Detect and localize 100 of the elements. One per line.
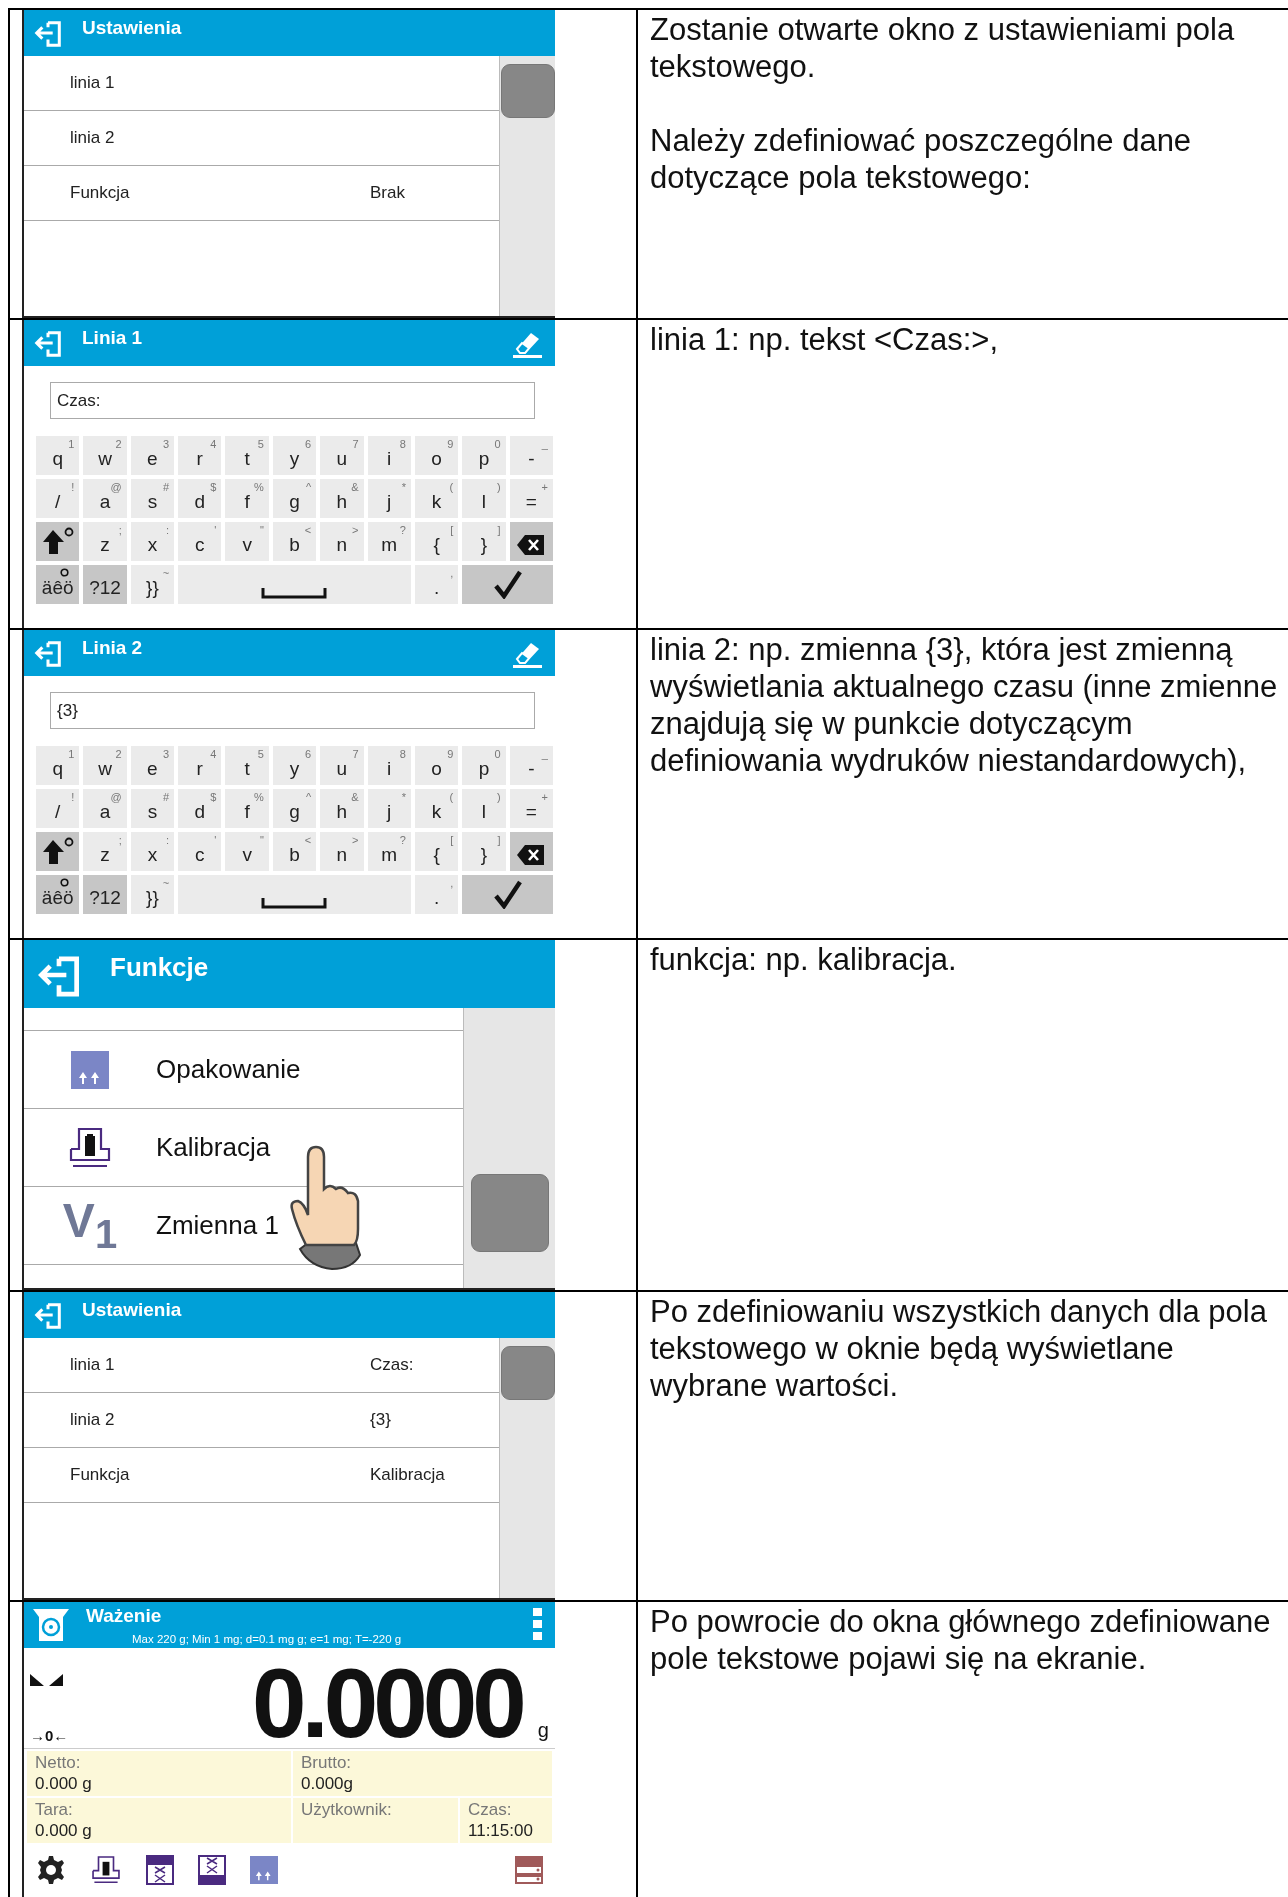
scroll-thumb[interactable] [470, 1174, 549, 1252]
keyboard-key[interactable]: z ; [83, 522, 127, 561]
keyboard-key[interactable]: p 0 [462, 746, 506, 785]
keyboard-key[interactable]: m ? [367, 522, 411, 561]
keyboard-key[interactable]: x : [130, 522, 175, 561]
box-arrows-icon[interactable] [250, 1855, 278, 1885]
keyboard-key[interactable]: b < [272, 832, 317, 871]
settings-icon[interactable] [36, 1855, 66, 1885]
keyboard-key[interactable]: = + [509, 789, 553, 828]
keyboard-key[interactable]: ?12 [83, 565, 127, 604]
keyboard-key[interactable]: { [ [414, 522, 459, 561]
backspace-key[interactable] [509, 522, 553, 561]
keyboard-key[interactable]: y 6 [272, 436, 317, 475]
table-icon[interactable] [198, 1855, 226, 1885]
keyboard-key[interactable]: s # [130, 789, 175, 828]
keyboard-key[interactable]: l ) [462, 479, 506, 518]
keyboard-key[interactable]: j * [367, 789, 411, 828]
keyboard-key[interactable]: ?12 [83, 875, 127, 914]
function-label[interactable]: Opakowanie [156, 1054, 301, 1085]
keyboard-key[interactable]: a @ [83, 789, 127, 828]
keyboard-key[interactable]: f % [225, 479, 269, 518]
keyboard-key[interactable]: äêö [36, 565, 80, 604]
keyboard-key[interactable]: äêö [36, 875, 80, 914]
keyboard-key[interactable]: g ^ [272, 479, 317, 518]
keyboard-key[interactable]: { [ [414, 832, 459, 871]
keyboard-key[interactable]: w 2 [83, 746, 127, 785]
keyboard-key[interactable]: v " [225, 522, 269, 561]
keyboard-key[interactable]: }} ~ [130, 565, 175, 604]
keyboard-key[interactable]: m ? [367, 832, 411, 871]
function-label[interactable]: Kalibracja [156, 1132, 271, 1163]
keyboard-key[interactable]: t 5 [225, 436, 269, 475]
setting-label[interactable]: linia 2 [24, 1410, 370, 1430]
keyboard-key[interactable]: i 8 [367, 436, 411, 475]
keyboard-key[interactable]: / ! [36, 479, 80, 518]
keyboard-key[interactable]: i 8 [367, 746, 411, 785]
space-key[interactable] [178, 875, 411, 914]
keyboard-key[interactable]: o 9 [414, 746, 459, 785]
backspace-key[interactable] [509, 832, 553, 871]
keyboard-key[interactable]: e 3 [130, 746, 175, 785]
keyboard-key[interactable]: w 2 [83, 436, 127, 475]
keyboard-key[interactable]: q 1 [36, 436, 80, 475]
info-value: 0.000 g [35, 1820, 93, 1841]
keyboard-key[interactable]: . , [414, 875, 459, 914]
keyboard-key[interactable]: p 0 [462, 436, 506, 475]
confirm-key[interactable] [462, 875, 553, 914]
keyboard-key[interactable]: y 6 [272, 746, 317, 785]
keyboard-key[interactable]: r 4 [178, 436, 222, 475]
space-key[interactable] [178, 565, 411, 604]
keyboard-key[interactable]: v " [225, 832, 269, 871]
function-label[interactable]: Zmienna 1 [156, 1210, 279, 1241]
keyboard-key[interactable]: d $ [178, 789, 222, 828]
keyboard-key[interactable]: o 9 [414, 436, 459, 475]
scale-weight-icon[interactable] [90, 1855, 122, 1885]
scroll-thumb[interactable] [500, 1346, 555, 1400]
database-icon[interactable] [513, 1855, 545, 1885]
keyboard-key[interactable]: / ! [36, 789, 80, 828]
keyboard-key[interactable]: u 7 [320, 436, 364, 475]
keyboard-key[interactable]: b < [272, 522, 317, 561]
keyboard-key[interactable]: n > [320, 832, 364, 871]
scroll-thumb[interactable] [500, 64, 555, 118]
keyboard-key[interactable]: u 7 [320, 746, 364, 785]
keyboard-key[interactable]: s # [130, 479, 175, 518]
keyboard-key[interactable]: t 5 [225, 746, 269, 785]
keyboard-key[interactable]: k ( [414, 479, 459, 518]
keyboard-key[interactable]: - _ [509, 746, 553, 785]
confirm-key[interactable] [462, 565, 553, 604]
setting-label[interactable]: Funkcja [24, 1465, 370, 1485]
keyboard-key[interactable]: c ' [178, 832, 222, 871]
shift-key[interactable] [36, 832, 80, 871]
keyboard-key[interactable]: } ] [462, 522, 506, 561]
keyboard-key[interactable]: h & [320, 479, 364, 518]
menu-button[interactable] [533, 1608, 543, 1640]
table-icon[interactable] [146, 1855, 174, 1885]
keyboard-key[interactable]: r 4 [178, 746, 222, 785]
keyboard-key[interactable]: }} ~ [130, 875, 175, 914]
keyboard-key[interactable]: . , [414, 565, 459, 604]
keyboard-key[interactable]: - _ [509, 436, 553, 475]
keyboard-key[interactable]: n > [320, 522, 364, 561]
setting-label[interactable]: linia 1 [24, 73, 370, 93]
text-input-field[interactable]: {3} [50, 692, 535, 729]
setting-label[interactable]: Funkcja [24, 183, 370, 203]
keyboard-key[interactable]: f % [225, 789, 269, 828]
shift-key[interactable] [36, 522, 80, 561]
keyboard-key[interactable]: q 1 [36, 746, 80, 785]
keyboard-key[interactable]: e 3 [130, 436, 175, 475]
keyboard-key[interactable]: h & [320, 789, 364, 828]
keyboard-key[interactable]: x : [130, 832, 175, 871]
setting-label[interactable]: linia 1 [24, 1355, 370, 1375]
text-input-field[interactable]: Czas: [50, 382, 535, 419]
keyboard-key[interactable]: j * [367, 479, 411, 518]
keyboard-key[interactable]: g ^ [272, 789, 317, 828]
keyboard-key[interactable]: } ] [462, 832, 506, 871]
keyboard-key[interactable]: l ) [462, 789, 506, 828]
keyboard-key[interactable]: d $ [178, 479, 222, 518]
keyboard-key[interactable]: k ( [414, 789, 459, 828]
keyboard-key[interactable]: = + [509, 479, 553, 518]
keyboard-key[interactable]: c ' [178, 522, 222, 561]
keyboard-key[interactable]: a @ [83, 479, 127, 518]
keyboard-key[interactable]: z ; [83, 832, 127, 871]
setting-label[interactable]: linia 2 [24, 128, 370, 148]
